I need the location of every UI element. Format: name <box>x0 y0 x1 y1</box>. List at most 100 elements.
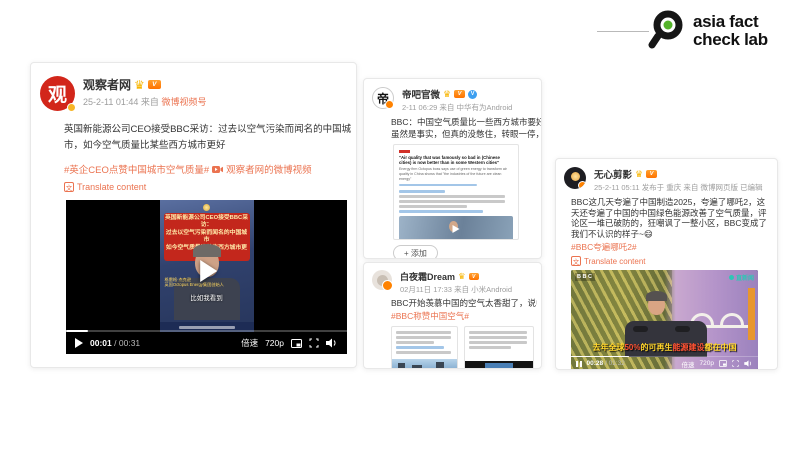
lightbulb-avatar-image <box>571 172 580 181</box>
from-label: 来自 <box>439 103 454 112</box>
bbc-logo: BBC <box>575 273 595 281</box>
video-player[interactable]: BBC 直新闻 去年全球50%的可再生能源建设都在中国 00:28 / 01:3… <box>571 270 758 370</box>
verified-badge: V <box>468 90 477 99</box>
source-link[interactable]: 微博视频号 <box>161 97 206 107</box>
source-link[interactable]: 微博网页版 <box>700 183 738 192</box>
city-photo <box>392 359 457 369</box>
video-thumbnail[interactable] <box>399 216 513 240</box>
logo-text-line2: check lab <box>693 31 768 50</box>
avatar[interactable] <box>564 167 586 189</box>
translate-icon: 文 <box>571 256 581 266</box>
translate-label: Translate content <box>77 182 146 192</box>
timestamp: 25-2-11 01:44 <box>83 97 138 107</box>
afcl-logo: asia fact check lab <box>646 9 768 53</box>
crown-icon: ♛ <box>458 271 466 282</box>
logo-rule <box>597 31 649 32</box>
translate-link[interactable]: 文 Translate content <box>571 256 777 266</box>
quality-button[interactable]: 720p <box>265 338 284 348</box>
pause-button[interactable] <box>576 361 582 367</box>
banner-line1: 英国新能源公司CEO接受BBC采访： <box>165 215 249 230</box>
watermark-icon <box>729 275 734 280</box>
volume-icon[interactable] <box>326 338 338 348</box>
speaker-title: 英国Octopus Energy集团创始人 <box>165 282 224 288</box>
username[interactable]: 观察者网 <box>83 76 131 93</box>
play-button[interactable] <box>75 338 83 348</box>
video-page-link[interactable]: 观察者网的微博视频 <box>226 162 312 176</box>
from-label: 来自 <box>454 285 469 294</box>
post-text-line1: BBC：中国空气质量比一些西方城市要好。 <box>391 117 541 129</box>
broadcaster-watermark: 直新闻 <box>729 273 754 282</box>
danmaku-badge <box>675 326 690 332</box>
avatar-glyph: 观 <box>48 80 67 107</box>
screenshot-thumb-right[interactable] <box>464 326 534 369</box>
logo-text: asia fact check lab <box>693 13 768 50</box>
video-caption: 比如我看到 <box>160 292 254 302</box>
timestamp: 25-2-11 05:11 <box>594 183 640 192</box>
username[interactable]: 无心剪影 <box>594 167 632 181</box>
weibo-post-diba: 帝 帝吧官微 ♛ V V 2-11 06:29 来自 中华有为Android B… <box>363 78 542 259</box>
quote-body: Energy firm Octopus boss says use of gre… <box>399 167 513 181</box>
vip-badge: V <box>646 170 657 178</box>
video-subtitle: 去年全球50%的可再生能源建设都在中国 <box>571 342 758 353</box>
video-controls: 00:01 / 00:31 倍速 720p <box>66 332 347 354</box>
from-label: 来自 <box>141 97 159 107</box>
embedded-screenshot[interactable]: "Air quality that was famously so bad in… <box>393 144 519 240</box>
post-text: BBC：中国空气质量比一些西方城市要好。 虽然是事实，但真的没憋住，转眼一停，感… <box>391 117 541 140</box>
fullscreen-icon[interactable] <box>732 360 739 367</box>
hashtag-link[interactable]: #英企CEO点赞中国城市空气质量# <box>64 162 209 176</box>
post-header: 无心剪影 ♛ V 25-2-11 05:11 发布于 重庆 来自 微博网页版 已… <box>564 167 777 193</box>
add-button[interactable]: + 添加 <box>393 245 438 259</box>
volume-icon[interactable] <box>744 360 753 367</box>
bridge-arch <box>720 313 744 325</box>
post-text: 英国新能源公司CEO接受BBC采访：过去以空气污染而闻名的中国城市，如今空气质量… <box>64 122 356 153</box>
source-link[interactable]: 中华有为Android <box>457 103 513 112</box>
post-header: 白夜霜Dream ♛ V 02月11日 17:33 来自 小米Android <box>372 270 541 295</box>
crown-icon: ♛ <box>635 169 643 180</box>
weibo-post-wuxin: 无心剪影 ♛ V 25-2-11 05:11 发布于 重庆 来自 微博网页版 已… <box>555 158 778 370</box>
timestamp: 2-11 06:29 <box>402 103 437 112</box>
video-controls: 00:28 / 01:32 倍速 720p <box>571 357 758 370</box>
fullscreen-icon[interactable] <box>309 338 319 348</box>
video-player[interactable]: 英国新能源公司CEO接受BBC采访： 过去以空气污染而闻名的中国城市 如今空气质… <box>66 200 347 354</box>
time-display: 00:28 / 01:32 <box>587 360 625 367</box>
avatar-verified-dot <box>385 100 394 109</box>
time-current: 00:28 <box>587 360 604 367</box>
timestamp: 02月11日 17:33 <box>400 285 452 294</box>
speed-button[interactable]: 倍速 <box>682 359 695 369</box>
weibo-post-guancha: 观 观察者网 ♛ V 25-2-11 01:44 来自 微博视频号 英国新能源公… <box>30 62 357 368</box>
hashtag-link[interactable]: #BBC夸遍哪吒2# <box>571 241 777 253</box>
avatar[interactable]: 帝 <box>372 87 394 109</box>
time-display: 00:01 / 00:31 <box>90 338 140 348</box>
avatar-verified-dot <box>67 103 76 112</box>
avatar[interactable]: 观 <box>40 76 75 111</box>
orange-pillar <box>748 288 755 340</box>
time-total: 00:31 <box>119 338 140 348</box>
logo-text-line1: asia fact <box>693 13 768 32</box>
text-line <box>399 205 467 208</box>
screenshot-thumb-left[interactable] <box>391 326 458 369</box>
avatar[interactable] <box>372 270 392 290</box>
emblem-icon <box>203 204 210 211</box>
pip-icon[interactable] <box>719 360 727 367</box>
speed-button[interactable]: 倍速 <box>241 337 258 349</box>
pip-icon[interactable] <box>291 339 302 348</box>
fact-check-collage: asia fact check lab 观 观察者网 ♛ V 25-2-11 0… <box>0 0 800 450</box>
quality-button[interactable]: 720p <box>700 360 714 367</box>
play-overlay[interactable] <box>200 260 217 282</box>
username[interactable]: 帝吧官微 <box>402 87 440 101</box>
play-overlay <box>453 225 460 233</box>
edited-label: 已编辑 <box>740 183 763 192</box>
speaker-face <box>648 294 665 315</box>
video-link-icon <box>212 165 223 174</box>
post-header: 观 观察者网 ♛ V 25-2-11 01:44 来自 微博视频号 <box>40 76 356 111</box>
source-link[interactable]: 小米Android <box>471 285 512 294</box>
from-label: 来自 <box>683 183 698 192</box>
post-header: 帝 帝吧官微 ♛ V V 2-11 06:29 来自 中华有为Android <box>372 87 541 113</box>
time-current: 00:01 <box>90 338 112 348</box>
vip-badge: V <box>148 80 161 89</box>
username[interactable]: 白夜霜Dream <box>400 270 455 283</box>
post-text: BBC这几天夸遍了中国制造2025，夸遍了哪吒2，这天还夸遍了中国的中国绿色能源… <box>571 197 767 239</box>
translate-link[interactable]: 文 Translate content <box>64 182 356 192</box>
hashtag-link[interactable]: #BBC称赞中国空气# <box>391 310 541 322</box>
time-total: 01:32 <box>609 360 625 367</box>
